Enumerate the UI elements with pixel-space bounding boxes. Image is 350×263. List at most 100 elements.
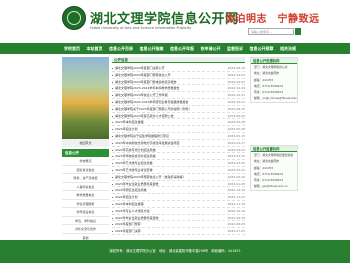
guide-list: 学校概况 招生考试信息 财务、资产及收费 人事师资信息 教学质量信息 学生管理服… (62, 157, 109, 242)
site-title: 湖北文理学院信息公开网 (90, 12, 239, 27)
main-nav: 学校首页 本站首页 信息公开目录 信息公开指南 信息公开年报 依申请公开 监督投… (0, 43, 350, 54)
list-item[interactable]: 湖北文理学院2024年度部门预算信息公开 2024-04-03 (112, 72, 245, 79)
bullet-icon (112, 74, 113, 76)
list-item[interactable]: 湖北文理学院2023年度部门整体绩效自评报告 2024-03-01 (112, 79, 245, 86)
guide-item-finance[interactable]: 财务、资产及收费 (62, 174, 109, 183)
list-item[interactable]: 湖北文理学院2023年预算信息公开（含政府采购等） 2023-02-16 (112, 174, 245, 181)
list-item-date: 2023-02-22 (227, 167, 245, 172)
guide-item-academic-style[interactable]: 学风建设信息 (62, 208, 109, 217)
list-item-date: 2022-11-24 (227, 195, 245, 200)
nav-item-guide[interactable]: 信息公开指南 (140, 43, 164, 54)
footer-text: 版权所有：湖北文理学院办公室 地址：湖北省襄阳市隆中路296号 邮政编码：441… (109, 249, 241, 253)
list-item[interactable]: 2022年毕业生就业质量年度报告 2022-09-15 (112, 215, 245, 222)
list-item-title[interactable]: 2023年招生计划 (115, 126, 138, 133)
list-item-title[interactable]: 2022年研究生招生简章 (115, 187, 147, 194)
search-input[interactable]: 请输入搜索词... (248, 28, 294, 35)
list-item-title[interactable]: 2022年专业人才培养方案 (115, 208, 150, 215)
list-item-title[interactable]: 2022年度部门预算 (115, 221, 141, 228)
search-placeholder: 请输入搜索词... (251, 30, 272, 34)
list-item[interactable]: 2022年招生计划 2022-11-24 (112, 194, 245, 201)
list-item-title[interactable]: 湖北文理学院2023-2024学年本科教学质量报告 (115, 85, 179, 92)
list-item[interactable]: 2023年中央财政支持地方高校改革发展资金项目 2023-04-27 (112, 140, 245, 147)
list-item[interactable]: 2023年招生计划 2023-05-28 (112, 126, 245, 133)
guide-item-personnel[interactable]: 人事师资信息 (62, 183, 109, 191)
guide-item-students[interactable]: 学生管理服务 (62, 200, 109, 208)
bullet-icon (112, 224, 113, 226)
list-item-title[interactable]: 湖北文理学院2023年信息公开工作年报 (115, 92, 168, 99)
list-item-date: 2023-02-16 (227, 174, 245, 179)
logo-emblem-icon (67, 11, 81, 25)
list-item-title[interactable]: 2023年本科招生章程 (115, 119, 144, 126)
list-item-title[interactable]: 2023年中央财政支持地方高校改革发展资金项目 (115, 140, 180, 147)
list-item[interactable]: 2022年研究生招生简章 2022-12-19 (112, 187, 245, 195)
guide-item-teaching[interactable]: 教学质量信息 (62, 191, 109, 200)
list-item[interactable]: 2023年毕业生就业质量年度报告 2023-01-05 (112, 181, 245, 188)
supervision-office-box: 信息公开监督机构 部门：湖北文理学院纪委监察处 地址：湖北省襄阳市 邮编：441… (250, 145, 298, 191)
list-item[interactable]: 2023年高校专项计划招生简章 2023-04-24 (112, 147, 245, 154)
bullet-icon (112, 115, 113, 117)
nav-item-request[interactable]: 依申请公开 (201, 43, 221, 54)
site-header: 湖北文理学院信息公开网 Hubei University of Arts and… (0, 0, 350, 43)
list-item-date: 2023-06-05 (227, 113, 245, 118)
nav-item-annual-report[interactable]: 信息公开年报 (170, 43, 194, 54)
list-item-title[interactable]: 2022年度部门决算 (115, 228, 141, 235)
bullet-icon (112, 163, 113, 165)
list-item-title[interactable]: 湖北文理学院关于征集学院章程修订意见 (115, 133, 169, 140)
list-item[interactable]: 湖北文理学院2023-2024学年本科教学质量报告 2023-12-29 (112, 85, 245, 93)
list-item[interactable]: 湖北文理学院2022-2023学年研究生教育发展质量报告 2023-10-21 (112, 99, 245, 106)
guide-item-degrees[interactable]: 学位、学科信息 (62, 217, 109, 225)
list-item-title[interactable]: 2023年艺术类专业招生简章 (115, 160, 153, 167)
list-item-date: 2023-04-27 (227, 140, 245, 145)
list-item[interactable]: 2022年度部门决算 2022-07-05 (112, 228, 245, 235)
list-item[interactable]: 2022年本科招生章程 2022-11-19 (112, 201, 245, 208)
nav-item-complaint[interactable]: 监督投诉 (227, 43, 243, 54)
site-footer: 版权所有：湖北文理学院办公室 地址：湖北省襄阳市隆中路296号 邮政编码：441… (0, 240, 350, 263)
nav-item-site-home[interactable]: 本站首页 (87, 43, 103, 54)
list-item[interactable]: 2023年艺术类专业考试安排 2023-02-22 (112, 167, 245, 174)
list-item-title[interactable]: 湖北文理学院2024年度部门预算信息公开 (115, 72, 171, 79)
guide-item-admissions[interactable]: 招生考试信息 (62, 166, 109, 174)
list-item-title[interactable]: 湖北文理学院2023年预算信息公开（含政府采购等） (115, 174, 186, 181)
list-item-date: 2023-12-29 (227, 86, 245, 91)
search-button[interactable] (295, 28, 301, 35)
list-item-title[interactable]: 2023年高校专项计划招生简章 (115, 147, 156, 154)
list-item-title[interactable]: 湖北文理学院2024年度部门决算公开 (115, 65, 165, 72)
guide-title: 信息公开 (62, 149, 109, 157)
nav-item-school-home[interactable]: 学校首页 (64, 43, 80, 54)
list-item-title[interactable]: 湖北文理学院2022-2023学年研究生教育发展质量报告 (115, 99, 188, 106)
campus-photo[interactable] (62, 57, 109, 139)
list-item-date: 2023-10-21 (227, 99, 245, 104)
list-item[interactable]: 2023年本科招生章程 2023-05-28 (112, 119, 245, 127)
nav-item-laws[interactable]: 相关法规 (280, 43, 296, 54)
tab-public-info[interactable]: 公开信息 (114, 57, 128, 63)
nav-item-catalog[interactable]: 信息公开目录 (109, 43, 133, 54)
list-item[interactable]: 2022年专业人才培养方案 2022-10-10 (112, 208, 245, 215)
list-item[interactable]: 2022年度部门预算 2022-08-03 (112, 221, 245, 229)
list-item[interactable]: 湖北文理学院2023年信息公开工作年报 2023-10-31 (112, 92, 245, 99)
school-motto: 淡泊明志 宁静致远 (225, 14, 320, 25)
supervision-email[interactable]: 邮箱：jjw@hbuas.edu.cn (251, 183, 297, 189)
list-item-title[interactable]: 湖北文理学院2023年度部门整体绩效自评报告 (115, 79, 177, 86)
list-item[interactable]: 湖北文理学院关于征集学院章程修订意见 2023-05-15 (112, 133, 245, 140)
list-item-title[interactable]: 2022年本科招生章程 (115, 201, 144, 208)
list-item-date: 2024-04-03 (227, 72, 245, 77)
university-logo[interactable] (62, 6, 86, 30)
list-item-title[interactable]: 2022年毕业生就业质量年度报告 (115, 215, 159, 222)
list-item-title[interactable]: 2023年毕业生就业质量年度报告 (115, 181, 159, 188)
list-item-title[interactable]: 2022年招生计划 (115, 194, 138, 201)
guide-item-overview[interactable]: 学校概况 (62, 157, 109, 166)
list-item-title[interactable]: 2023年学校综合评价招生简章 (115, 153, 156, 160)
list-item[interactable]: 2023年艺术类专业招生简章 2023-03-05 (112, 160, 245, 167)
list-item-date: 2022-09-15 (227, 215, 245, 220)
office-email[interactable]: 邮箱：xxgk_hbuas@hbuas.edu.cn (251, 95, 297, 101)
list-item-title[interactable]: 2023年艺术类专业考试安排 (115, 167, 153, 174)
list-item-title[interactable]: 湖北文理学院关于2023年度部门预算公开的说明（附件） (115, 106, 192, 113)
acceptance-office-box: 信息公开受理机构 部门：湖北文理学院办公室 地址：湖北省襄阳市 邮编：44105… (250, 57, 298, 103)
list-item[interactable]: 湖北文理学院2024年度部门决算公开 2024-08-15 (112, 65, 245, 72)
guide-item-exchange[interactable]: 对外交流与合作 (62, 225, 109, 234)
list-item[interactable]: 湖北文理学院2023年度高层次人才招聘公告 2023-06-05 (112, 113, 245, 120)
nav-item-rules[interactable]: 信息公开规章 (250, 43, 274, 54)
list-item-title[interactable]: 湖北文理学院2023年度高层次人才招聘公告 (115, 113, 174, 120)
list-item[interactable]: 湖北文理学院关于2023年度部门预算公开的说明（附件） 2023-08-15 (112, 106, 245, 113)
list-item[interactable]: 2023年学校综合评价招生简章 2023-04-15 (112, 153, 245, 161)
